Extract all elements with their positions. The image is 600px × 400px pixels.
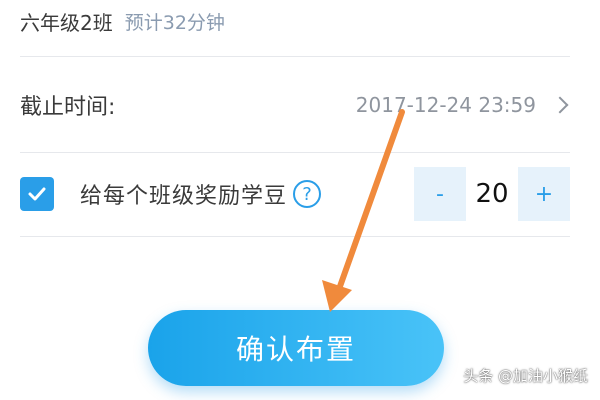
checkmark-icon [28, 187, 46, 201]
divider [20, 56, 570, 57]
divider [20, 236, 570, 237]
reward-quantity-stepper: - 20 + [414, 167, 570, 221]
class-summary-row: 六年级2班 预计32分钟 [20, 0, 225, 42]
watermark-text: 头条 @加油小猴纸 [463, 367, 588, 385]
estimated-time: 预计32分钟 [124, 11, 225, 34]
reward-row: 给每个班级奖励学豆 ? - 20 + [20, 166, 570, 222]
deadline-label: 截止时间: [20, 95, 116, 120]
help-circle-icon[interactable]: ? [293, 180, 322, 208]
decrement-button[interactable]: - [414, 167, 466, 221]
deadline-row[interactable]: 截止时间: 2017-12-24 23:59 [20, 80, 570, 130]
reward-checkbox[interactable] [20, 177, 54, 211]
deadline-value: 2017-12-24 23:59 [355, 93, 536, 117]
confirm-assign-button[interactable]: 确认布置 [148, 310, 444, 386]
watermark: 头条 @加油小猴纸 [463, 365, 588, 386]
chevron-right-icon [551, 96, 569, 114]
confirm-assign-label: 确认布置 [235, 333, 356, 366]
divider [20, 152, 570, 153]
class-name: 六年级2班 [20, 10, 113, 35]
increment-button[interactable]: + [518, 167, 570, 221]
stepper-value[interactable]: 20 [466, 167, 518, 221]
reward-label: 给每个班级奖励学豆 [80, 184, 288, 209]
assign-homework-screen: 六年级2班 预计32分钟 截止时间: 2017-12-24 23:59 给每个班… [0, 0, 600, 400]
arrow-head [322, 280, 352, 312]
